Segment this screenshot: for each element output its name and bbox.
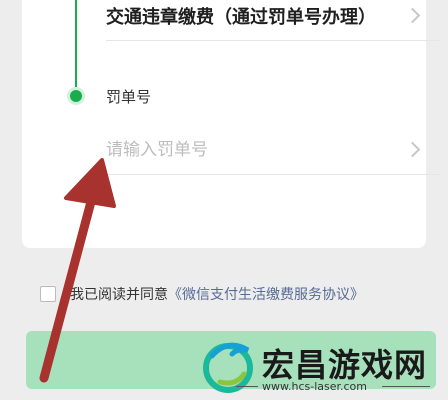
watermark-divider (236, 386, 258, 387)
watermark-logo-icon (203, 342, 253, 393)
watermark-url: www.hcs-laser.com (262, 380, 367, 393)
watermark-divider (382, 386, 430, 387)
